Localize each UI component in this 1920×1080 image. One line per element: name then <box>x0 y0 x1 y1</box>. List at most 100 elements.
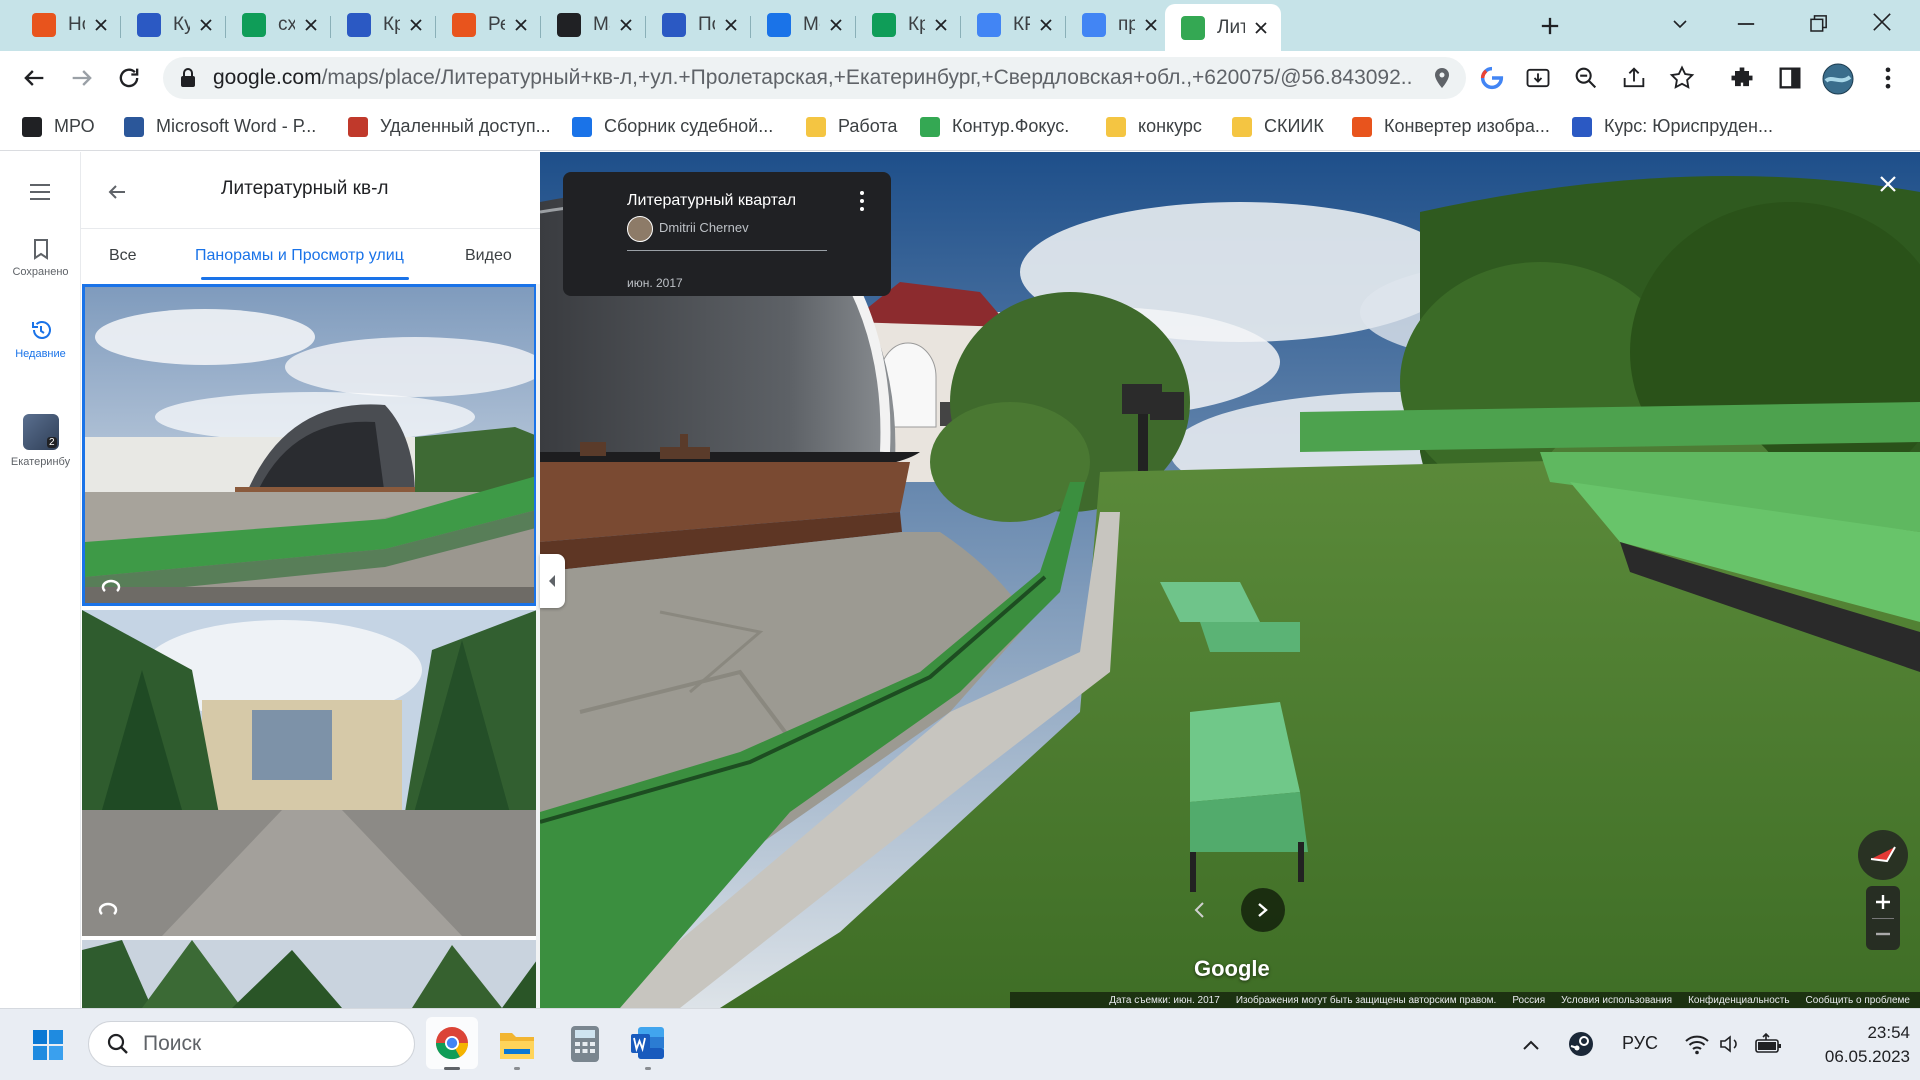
nav-arrow-left-icon[interactable] <box>1190 900 1210 920</box>
street-view[interactable]: Литературный квартал Dmitrii Chernev июн… <box>540 152 1920 1008</box>
profile-avatar[interactable] <box>1822 63 1854 95</box>
report-problem-link[interactable]: Сообщить о проблеме <box>1806 995 1910 1006</box>
close-window-icon[interactable] <box>1868 8 1896 36</box>
back-arrow-icon[interactable] <box>105 180 129 204</box>
input-language[interactable]: РУС <box>1622 1033 1658 1054</box>
tab-panoramas[interactable]: Панорамы и Просмотр улиц <box>195 247 404 265</box>
show-hidden-icons-icon[interactable] <box>1522 1039 1540 1051</box>
tab-search-icon[interactable] <box>1668 12 1692 36</box>
google-lens-icon[interactable] <box>1478 64 1506 92</box>
tab-title: КР <box>1013 14 1030 35</box>
bookmark-item[interactable]: Удаленный доступ... <box>348 116 551 137</box>
zoom-in-icon[interactable] <box>1875 894 1891 910</box>
tab-video[interactable]: Видео <box>465 247 512 265</box>
close-tab-icon[interactable] <box>1141 15 1161 35</box>
menu-icon[interactable] <box>28 182 52 202</box>
compass-button[interactable] <box>1858 830 1908 880</box>
new-tab-icon[interactable] <box>1536 12 1564 40</box>
panorama-thumbnail[interactable] <box>82 610 537 936</box>
steam-icon[interactable] <box>1568 1031 1594 1057</box>
wifi-icon[interactable] <box>1684 1033 1710 1055</box>
nav-arrow-forward-button[interactable] <box>1241 888 1285 932</box>
address-bar[interactable]: google.com/maps/place/Литературный+кв-л,… <box>163 57 1466 99</box>
word-icon[interactable] <box>630 1025 666 1061</box>
more-menu-icon[interactable] <box>1874 64 1902 92</box>
panorama-title[interactable]: Литературный квартал <box>627 192 796 210</box>
bookmark-item[interactable]: Microsoft Word - Р... <box>124 116 316 137</box>
author-name[interactable]: Dmitrii Chernev <box>659 220 749 235</box>
close-tab-icon[interactable] <box>931 15 951 35</box>
university-icon <box>137 13 161 37</box>
close-tab-icon[interactable] <box>91 15 111 35</box>
panorama-thumbnail[interactable] <box>82 940 537 1008</box>
minimize-icon[interactable] <box>1732 10 1760 38</box>
location-icon[interactable] <box>1430 64 1454 92</box>
browser-tab[interactable]: Кур <box>121 7 226 43</box>
back-icon[interactable] <box>20 64 48 92</box>
share-icon[interactable] <box>1620 64 1648 92</box>
close-tab-icon[interactable] <box>1251 18 1271 38</box>
recent-place-yekaterinburg[interactable]: 2 Екатеринбу <box>0 414 81 468</box>
close-tab-icon[interactable] <box>196 15 216 35</box>
close-tab-icon[interactable] <box>406 15 426 35</box>
close-tab-icon[interactable] <box>301 15 321 35</box>
browser-tab[interactable]: КР <box>961 7 1066 43</box>
taskbar-search[interactable]: Поиск <box>88 1021 415 1067</box>
close-tab-icon[interactable] <box>1036 15 1056 35</box>
browser-tab[interactable]: пре <box>1066 7 1171 43</box>
bookmark-item[interactable]: СКИИК <box>1232 116 1324 137</box>
lock-icon[interactable] <box>179 68 197 88</box>
zoom-icon[interactable] <box>1572 64 1600 92</box>
windows-start-icon[interactable] <box>32 1029 64 1061</box>
bookmark-item[interactable]: конкурс <box>1106 116 1202 137</box>
system-clock[interactable]: 23:54 06.05.2023 <box>1810 1021 1910 1069</box>
reload-icon[interactable] <box>115 64 143 92</box>
privacy-link[interactable]: Конфиденциальность <box>1688 995 1789 1006</box>
browser-tab[interactable]: Нов <box>16 7 121 43</box>
side-panel-icon[interactable] <box>1776 64 1804 92</box>
file-explorer-icon[interactable] <box>498 1027 536 1061</box>
country-link[interactable]: Россия <box>1512 995 1545 1006</box>
close-tab-icon[interactable] <box>511 15 531 35</box>
browser-tab[interactable]: Лит <box>1165 4 1281 51</box>
close-tab-icon[interactable] <box>616 15 636 35</box>
volume-icon[interactable] <box>1718 1033 1742 1055</box>
extensions-icon[interactable] <box>1728 64 1756 92</box>
url-text[interactable]: google.com/maps/place/Литературный+кв-л,… <box>213 66 1413 90</box>
saved-button[interactable]: Сохранено <box>0 238 81 278</box>
forward-icon[interactable] <box>68 64 96 92</box>
browser-tab[interactable]: Ме <box>751 7 856 43</box>
zoom-out-icon[interactable] <box>1875 926 1891 942</box>
bookmark-item[interactable]: Сборник судебной... <box>572 116 773 137</box>
bookmark-favicon <box>1106 116 1126 137</box>
bookmark-label: МРО <box>54 116 95 136</box>
bookmark-item[interactable]: Курс: Юриспруден... <box>1572 116 1773 137</box>
panorama-thumbnail[interactable] <box>82 284 537 606</box>
bookmark-item[interactable]: МРО <box>22 116 95 137</box>
close-tab-icon[interactable] <box>826 15 846 35</box>
more-options-icon[interactable] <box>859 190 865 212</box>
bookmark-star-icon[interactable] <box>1668 64 1696 92</box>
taskbar-chrome[interactable] <box>426 1017 478 1070</box>
browser-tab[interactable]: Ма <box>541 7 646 43</box>
browser-tab[interactable]: Кри <box>331 7 436 43</box>
battery-icon[interactable] <box>1754 1033 1784 1055</box>
collapse-panel-button[interactable] <box>540 554 565 608</box>
close-street-view-icon[interactable] <box>1878 174 1898 194</box>
browser-tab[interactable]: схе <box>226 7 331 43</box>
browser-tab[interactable]: Кри <box>856 7 961 43</box>
browser-tab[interactable]: Рек <box>436 7 541 43</box>
author-avatar[interactable] <box>627 216 653 242</box>
close-tab-icon[interactable] <box>721 15 741 35</box>
google-maps-icon <box>1181 15 1205 40</box>
bookmark-item[interactable]: Контур.Фокус. <box>920 116 1069 137</box>
calculator-icon[interactable] <box>570 1025 600 1063</box>
install-app-icon[interactable] <box>1524 64 1552 92</box>
browser-tab[interactable]: По <box>646 7 751 43</box>
restore-icon[interactable] <box>1804 10 1832 38</box>
terms-link[interactable]: Условия использования <box>1561 995 1672 1006</box>
bookmark-item[interactable]: Работа <box>806 116 897 137</box>
tab-all[interactable]: Все <box>109 247 137 265</box>
bookmark-item[interactable]: Конвертер изобра... <box>1352 116 1550 137</box>
recent-button[interactable]: Недавние <box>0 318 81 360</box>
